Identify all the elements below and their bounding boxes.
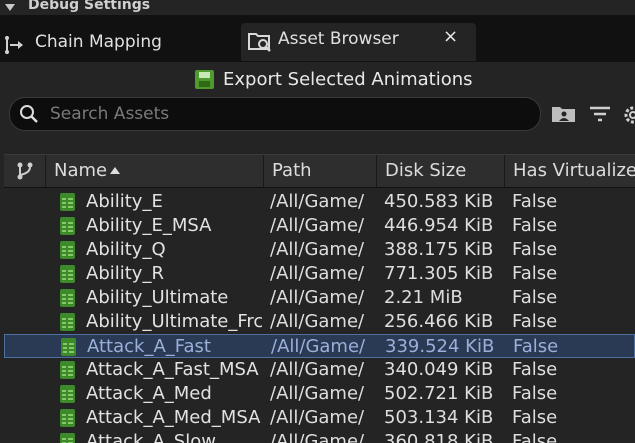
column-header-disk-size[interactable]: Disk Size — [377, 155, 505, 187]
table-row[interactable]: Attack_A_Med /All/Game/ 502.721 KiB Fals… — [4, 382, 635, 406]
table-row[interactable]: Ability_E_MSA /All/Game/ 446.954 KiB Fal… — [4, 214, 635, 238]
asset-disk-size: 339.524 KiB — [385, 336, 495, 357]
table-header: Name Path Disk Size Has Virtualize — [4, 154, 635, 188]
animation-sequence-icon — [60, 409, 75, 427]
table-row[interactable]: Attack_A_Med_MSA /All/Game/ 503.134 KiB … — [4, 406, 635, 430]
asset-path: /All/Game/ — [270, 431, 365, 443]
chain-mapping-icon — [5, 36, 23, 54]
table-row[interactable]: Attack_A_Fast_MSA /All/Game/ 340.049 KiB… — [4, 358, 635, 382]
animation-sequence-icon — [60, 241, 75, 259]
table-row[interactable]: Ability_Ultimate /All/Game/ 2.21 MiB Fal… — [4, 286, 635, 310]
asset-path: /All/Game/ — [270, 191, 365, 212]
asset-path: /All/Game/ — [270, 383, 365, 404]
asset-path: /All/Game/ — [270, 311, 365, 332]
asset-disk-size: 446.954 KiB — [384, 215, 494, 236]
column-label: Name — [54, 160, 108, 181]
table-row[interactable]: Ability_Q /All/Game/ 388.175 KiB False — [4, 238, 635, 262]
filter-icon[interactable] — [589, 104, 611, 124]
asset-disk-size: 2.21 MiB — [384, 287, 463, 308]
column-label: Has Virtualize — [513, 160, 635, 181]
section-title: Debug Settings — [28, 0, 151, 13]
asset-disk-size: 502.721 KiB — [384, 383, 494, 404]
settings-gear-icon[interactable] — [622, 104, 635, 126]
tab-label: Asset Browser — [278, 29, 399, 49]
column-label: Path — [272, 160, 312, 181]
search-box[interactable] — [9, 97, 541, 131]
table-row[interactable]: Ability_Ultimate_Frc /All/Game/ 256.466 … — [4, 310, 635, 334]
asset-disk-size: 256.466 KiB — [384, 311, 494, 332]
table-row-selected[interactable]: Attack_A_Fast /All/Game/ 339.524 KiB Fal… — [4, 334, 635, 358]
asset-virtualized: False — [512, 431, 558, 443]
branch-icon — [17, 162, 33, 180]
asset-virtualized: False — [512, 383, 558, 404]
asset-disk-size: 450.583 KiB — [384, 191, 494, 212]
table-row[interactable]: Attack_A_Slow /All/Game/ 360.818 KiB Fal… — [4, 430, 635, 443]
asset-virtualized: False — [512, 263, 558, 284]
tab-chain-mapping[interactable]: Chain Mapping — [0, 23, 232, 55]
asset-virtualized: False — [512, 191, 558, 212]
asset-path: /All/Game/ — [270, 239, 365, 260]
column-header-name[interactable]: Name — [46, 155, 264, 187]
asset-path: /All/Game/ — [270, 263, 365, 284]
asset-virtualized: False — [512, 407, 558, 428]
animation-sequence-icon — [60, 361, 75, 379]
column-label: Disk Size — [385, 160, 467, 181]
tab-bar: Chain Mapping Asset Browser × — [0, 15, 635, 62]
asset-name: Attack_A_Slow — [86, 431, 216, 443]
asset-name: Ability_Q — [86, 239, 166, 260]
asset-browser-icon — [248, 33, 271, 52]
asset-name: Ability_E — [86, 191, 163, 212]
sort-ascending-icon — [110, 167, 120, 174]
asset-name: Ability_Ultimate — [86, 287, 229, 308]
asset-disk-size: 771.305 KiB — [384, 263, 494, 284]
asset-name: Attack_A_Fast — [87, 336, 211, 357]
asset-name: Ability_Ultimate_Frc — [86, 311, 262, 332]
asset-virtualized: False — [512, 287, 558, 308]
asset-disk-size: 503.134 KiB — [384, 407, 494, 428]
asset-name: Ability_E_MSA — [86, 215, 212, 236]
debug-settings-header[interactable]: Debug Settings — [0, 0, 635, 15]
column-header-source-control[interactable] — [4, 155, 46, 187]
animation-sequence-icon — [60, 385, 75, 403]
folder-user-icon[interactable] — [551, 104, 577, 124]
asset-name: Attack_A_Med — [86, 383, 212, 404]
asset-path: /All/Game/ — [270, 215, 365, 236]
export-label: Export Selected Animations — [223, 69, 473, 90]
asset-virtualized: False — [512, 311, 558, 332]
animation-sequence-icon — [60, 289, 75, 307]
save-icon — [195, 70, 214, 89]
collapse-arrow-icon[interactable] — [5, 4, 15, 11]
asset-path: /All/Game/ — [270, 359, 365, 380]
asset-path: /All/Game/ — [271, 336, 366, 357]
asset-list: Ability_E /All/Game/ 450.583 KiB False A… — [4, 190, 635, 443]
export-selected-button[interactable]: Export Selected Animations — [193, 68, 473, 94]
asset-virtualized: False — [512, 239, 558, 260]
asset-path: /All/Game/ — [270, 287, 365, 308]
search-input[interactable] — [48, 102, 532, 126]
animation-sequence-icon — [60, 313, 75, 331]
table-row[interactable]: Ability_E /All/Game/ 450.583 KiB False — [4, 190, 635, 214]
asset-virtualized: False — [512, 359, 558, 380]
animation-sequence-icon — [60, 193, 75, 211]
column-header-has-virtualized[interactable]: Has Virtualize — [505, 155, 635, 187]
asset-name: Attack_A_Fast_MSA — [86, 359, 259, 380]
tab-label: Chain Mapping — [35, 32, 162, 52]
column-header-path[interactable]: Path — [264, 155, 377, 187]
tab-asset-browser[interactable]: Asset Browser × — [241, 23, 476, 61]
animation-sequence-icon — [60, 217, 75, 235]
asset-virtualized: False — [512, 215, 558, 236]
asset-disk-size: 388.175 KiB — [384, 239, 494, 260]
asset-virtualized: False — [513, 336, 559, 357]
asset-disk-size: 340.049 KiB — [384, 359, 494, 380]
animation-sequence-icon — [61, 338, 76, 356]
close-icon[interactable]: × — [443, 26, 458, 47]
asset-disk-size: 360.818 KiB — [384, 431, 494, 443]
asset-name: Attack_A_Med_MSA — [86, 407, 261, 428]
animation-sequence-icon — [60, 433, 75, 443]
asset-path: /All/Game/ — [270, 407, 365, 428]
animation-sequence-icon — [60, 265, 75, 283]
asset-name: Ability_R — [86, 263, 164, 284]
search-icon — [20, 105, 38, 123]
table-row[interactable]: Ability_R /All/Game/ 771.305 KiB False — [4, 262, 635, 286]
